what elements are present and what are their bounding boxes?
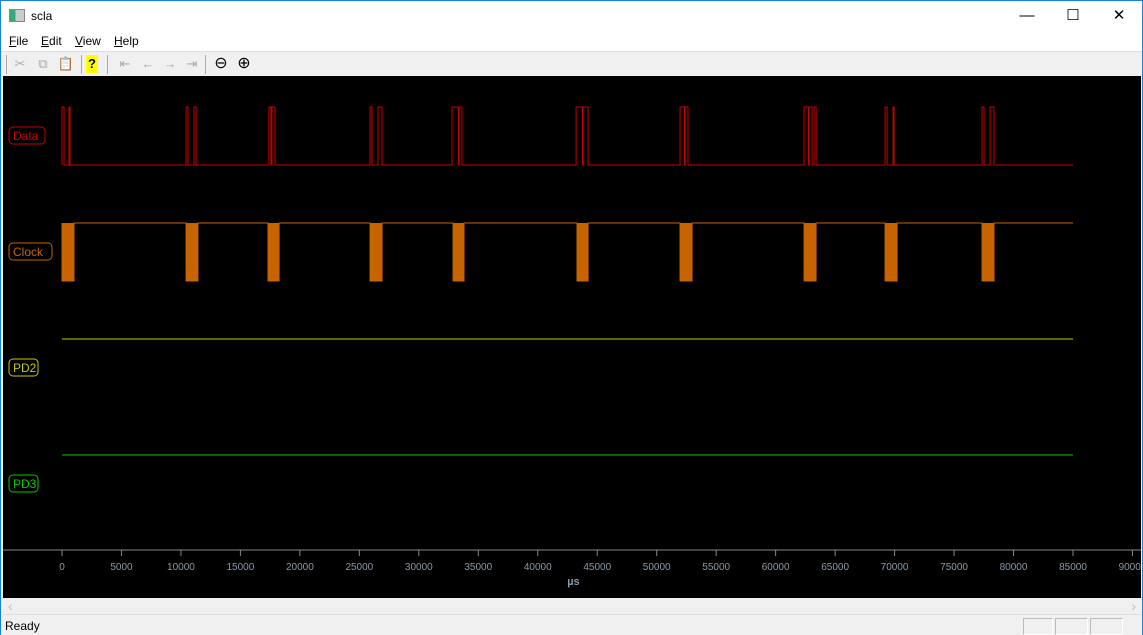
menu-edit[interactable]: Edit (41, 34, 62, 48)
menu-help[interactable]: Help (114, 34, 139, 48)
scroll-left-icon[interactable]: ‹ (8, 598, 13, 614)
signal-pulse (804, 223, 817, 281)
axis-tick-label: 55000 (702, 562, 730, 573)
axis-tick-label: 90000 (1119, 562, 1141, 573)
menu-view[interactable]: View (75, 34, 101, 48)
go-last-icon[interactable]: ⇥ (183, 55, 201, 73)
signal-pulse (577, 223, 589, 281)
signal-pulse (370, 223, 383, 281)
menu-bar: File Edit View Help (1, 31, 1142, 51)
status-pane (1090, 618, 1123, 635)
axis-tick-label: 85000 (1059, 562, 1087, 573)
toolbar-separator (107, 55, 108, 74)
axis-tick-label: 70000 (881, 562, 909, 573)
window-title: scla (31, 9, 53, 23)
axis-tick-label: 15000 (227, 562, 255, 573)
axis-tick-label: 45000 (583, 562, 611, 573)
maximize-button[interactable]: ☐ (1050, 1, 1096, 31)
signal-pulse (982, 223, 995, 281)
toolbar-separator (6, 55, 7, 74)
zoom-out-icon[interactable]: ⊖ (212, 55, 230, 73)
go-first-icon[interactable]: ⇤ (116, 55, 134, 73)
app-icon (9, 9, 25, 22)
signal-trace (61, 222, 1073, 282)
status-text: Ready (5, 619, 40, 633)
status-pane (1055, 618, 1088, 635)
signal-pd3: PD3 (8, 454, 1073, 493)
signal-data: Data (8, 106, 1073, 166)
zoom-in-icon[interactable]: ⊕ (235, 55, 253, 73)
signal-pulse (268, 223, 280, 281)
signal-pulse (680, 223, 693, 281)
minimize-button[interactable]: — (1004, 1, 1050, 31)
horizontal-scrollbar[interactable]: ‹ › (3, 598, 1141, 615)
paste-icon[interactable]: 📋 (57, 55, 75, 73)
copy-icon[interactable]: ⧉ (34, 55, 52, 73)
scroll-right-icon[interactable]: › (1131, 598, 1136, 614)
status-bar: Ready (1, 615, 1142, 635)
axis-tick-label: 5000 (110, 562, 133, 573)
axis-tick-label: 75000 (940, 562, 968, 573)
signal-pulse (62, 223, 75, 281)
axis-tick-label: 40000 (524, 562, 552, 573)
cut-icon[interactable]: ✂ (11, 55, 29, 73)
signal-label[interactable]: Data (13, 129, 39, 143)
axis-tick-label: 35000 (464, 562, 492, 573)
axis-tick-label: 80000 (1000, 562, 1028, 573)
waveform-view[interactable]: Data Clock PD2 PD3 0 5000 10000 15000 20000 25000… (3, 76, 1143, 598)
go-next-icon[interactable]: → (161, 55, 179, 73)
app-window: scla — ☐ ✕ File Edit View Help ✂ ⧉ 📋? ⇤ ← → ⇥ ⊖… (0, 0, 1143, 635)
toolbar-separator (81, 55, 82, 74)
signal-clock: Clock (8, 222, 1073, 282)
axis-unit-label: µs (567, 576, 579, 588)
axis-tick-label: 30000 (405, 562, 433, 573)
signal-label[interactable]: Clock (13, 245, 44, 259)
close-button[interactable]: ✕ (1096, 1, 1142, 31)
axis-tick-label: 50000 (643, 562, 671, 573)
signal-pulse (885, 223, 898, 281)
axis-tick-label: 65000 (821, 562, 849, 573)
go-prev-icon[interactable]: ← (139, 55, 157, 73)
signal-pulse (453, 223, 465, 281)
signal-pd2: PD2 (8, 338, 1073, 377)
menu-file[interactable]: File (9, 34, 28, 48)
title-bar: scla — ☐ ✕ (1, 1, 1142, 31)
status-pane (1023, 618, 1053, 635)
signal-trace (61, 106, 1073, 166)
toolbar-separator (205, 55, 206, 74)
axis-tick-label: 60000 (762, 562, 790, 573)
signal-label[interactable]: PD2 (13, 361, 37, 375)
signal-label[interactable]: PD3 (13, 477, 37, 491)
axis-tick-label: 20000 (286, 562, 314, 573)
help-icon[interactable]: ? (86, 55, 98, 73)
axis-tick-label: 0 (59, 562, 65, 573)
toolbar: ✂ ⧉ 📋? ⇤ ← → ⇥ ⊖ ⊕ (1, 51, 1142, 76)
waveform-canvas: Data Clock PD2 PD3 0 5000 10000 15000 20000 25000… (3, 106, 1143, 588)
signal-pulse (186, 223, 198, 281)
axis-tick-label: 25000 (345, 562, 373, 573)
axis-tick-label: 10000 (167, 562, 195, 573)
